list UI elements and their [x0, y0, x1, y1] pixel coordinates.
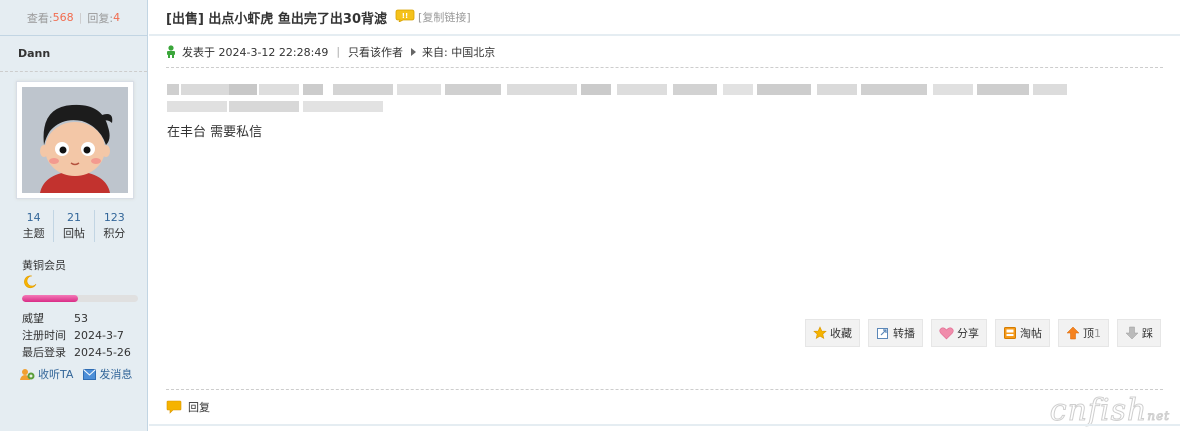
info-row: 注册时间 2024-3-7 — [22, 327, 131, 344]
favorite-label: 收藏 — [830, 327, 852, 340]
views-label: 查看: — [26, 11, 53, 25]
count-threads[interactable]: 14 主题 — [14, 210, 53, 242]
user-counts: 14 主题 21 回帖 123 积分 — [14, 210, 134, 242]
author-actions: 收听TA 发消息 — [20, 366, 142, 382]
info-value: 2024-5-26 — [74, 346, 131, 359]
online-user-icon — [167, 45, 175, 58]
replies-label: 回复: — [87, 11, 114, 25]
count-points[interactable]: 123 积分 — [93, 210, 134, 242]
follow-icon — [20, 368, 35, 380]
avatar-image — [22, 87, 128, 193]
author-sidebar: 查看: 568 | 回复: 4 Dann 14 主题 21 回帖 123 积分 … — [0, 0, 148, 431]
site-watermark: cnfishnet — [1049, 393, 1170, 429]
redacted-text-line — [167, 101, 387, 112]
follow-link[interactable]: 收听TA — [20, 366, 73, 382]
count-label: 主题 — [22, 227, 45, 240]
arrow-down-icon — [1125, 326, 1139, 340]
count-label: 积分 — [103, 227, 126, 240]
post-actions: 收藏 转播 分享 淘帖 顶 1 踩 — [797, 319, 1161, 347]
share-button[interactable]: 分享 — [931, 319, 987, 347]
level-progress-fill — [22, 295, 78, 302]
share-label: 分享 — [957, 327, 979, 340]
info-row: 威望 53 — [22, 310, 131, 327]
heart-icon — [939, 327, 954, 339]
tao-icon — [1004, 327, 1016, 339]
tao-label: 淘帖 — [1020, 327, 1042, 340]
watermark-suffix: net — [1147, 409, 1170, 424]
arrow-right-icon — [411, 47, 417, 56]
post-content: 在丰台 需要私信 — [167, 125, 263, 140]
favorite-button[interactable]: 收藏 — [805, 319, 860, 347]
follow-label: 收听TA — [38, 368, 74, 381]
reply-icon — [166, 400, 182, 414]
redacted-text-line — [167, 84, 1067, 95]
info-key: 威望 — [22, 312, 44, 325]
post-meta: 发表于 2024-3-12 22:28:49 | 只看该作者 来自: 中国北京 — [166, 36, 1163, 68]
user-info: 威望 53 注册时间 2024-3-7 最后登录 2024-5-26 — [22, 310, 131, 361]
info-value: 53 — [74, 312, 88, 325]
star-icon — [813, 326, 827, 340]
down-vote-button[interactable]: 踩 — [1117, 319, 1161, 347]
info-key: 最后登录 — [22, 346, 66, 359]
info-key: 注册时间 — [22, 329, 66, 342]
stats-divider: | — [78, 11, 83, 24]
svg-text:!!: !! — [402, 12, 408, 20]
forward-icon — [877, 328, 888, 339]
thread-stats: 查看: 568 | 回复: 4 — [0, 0, 147, 36]
message-link[interactable]: 发消息 — [83, 366, 132, 382]
count-value: 14 — [26, 211, 41, 224]
tao-button[interactable]: 淘帖 — [995, 319, 1050, 347]
count-replies[interactable]: 21 回帖 — [53, 210, 93, 242]
count-value: 123 — [103, 211, 125, 224]
forward-button[interactable]: 转播 — [868, 319, 923, 347]
replies-count: 4 — [113, 11, 121, 24]
reply-bar: 回复 — [166, 389, 1163, 423]
count-value: 21 — [66, 211, 81, 224]
count-label: 回帖 — [62, 227, 85, 240]
post-main: [出售] 出点小虾虎 鱼出完了出30背滤 !! [复制链接] 发表于 2024-… — [149, 0, 1180, 431]
watermark-text: cnfish — [1049, 393, 1148, 429]
moon-icon — [22, 274, 38, 290]
thread-title-bar: [出售] 出点小虾虎 鱼出完了出30背滤 !! [复制链接] — [149, 0, 1180, 36]
down-vote-label: 踩 — [1142, 327, 1153, 340]
post-from: 来自: 中国北京 — [422, 45, 496, 59]
author-name[interactable]: Dann — [0, 36, 147, 72]
copy-link[interactable]: [复制链接] — [418, 9, 471, 25]
meta-divider: | — [336, 45, 341, 58]
only-author-link[interactable]: 只看该作者 — [348, 44, 403, 60]
up-vote-count: 1 — [1094, 326, 1101, 340]
envelope-icon — [83, 368, 97, 380]
views-count: 568 — [52, 11, 74, 24]
thread-title: [出售] 出点小虾虎 鱼出完了出30背滤 — [166, 11, 388, 27]
user-group[interactable]: 黄铜会员 — [22, 257, 66, 273]
info-row: 最后登录 2024-5-26 — [22, 344, 131, 361]
forward-label: 转播 — [893, 327, 915, 340]
up-vote-button[interactable]: 顶 1 — [1058, 319, 1109, 347]
arrow-up-icon — [1066, 326, 1080, 340]
divider — [149, 424, 1180, 426]
post-date: 发表于 2024-3-12 22:28:49 — [182, 45, 329, 59]
tag-icon[interactable]: !! — [395, 9, 415, 25]
message-label: 发消息 — [99, 368, 133, 381]
reply-button[interactable]: 回复 — [188, 399, 210, 415]
info-value: 2024-3-7 — [74, 329, 124, 342]
avatar[interactable] — [16, 81, 134, 199]
level-progress — [22, 295, 138, 302]
up-vote-label: 顶 — [1083, 327, 1094, 340]
